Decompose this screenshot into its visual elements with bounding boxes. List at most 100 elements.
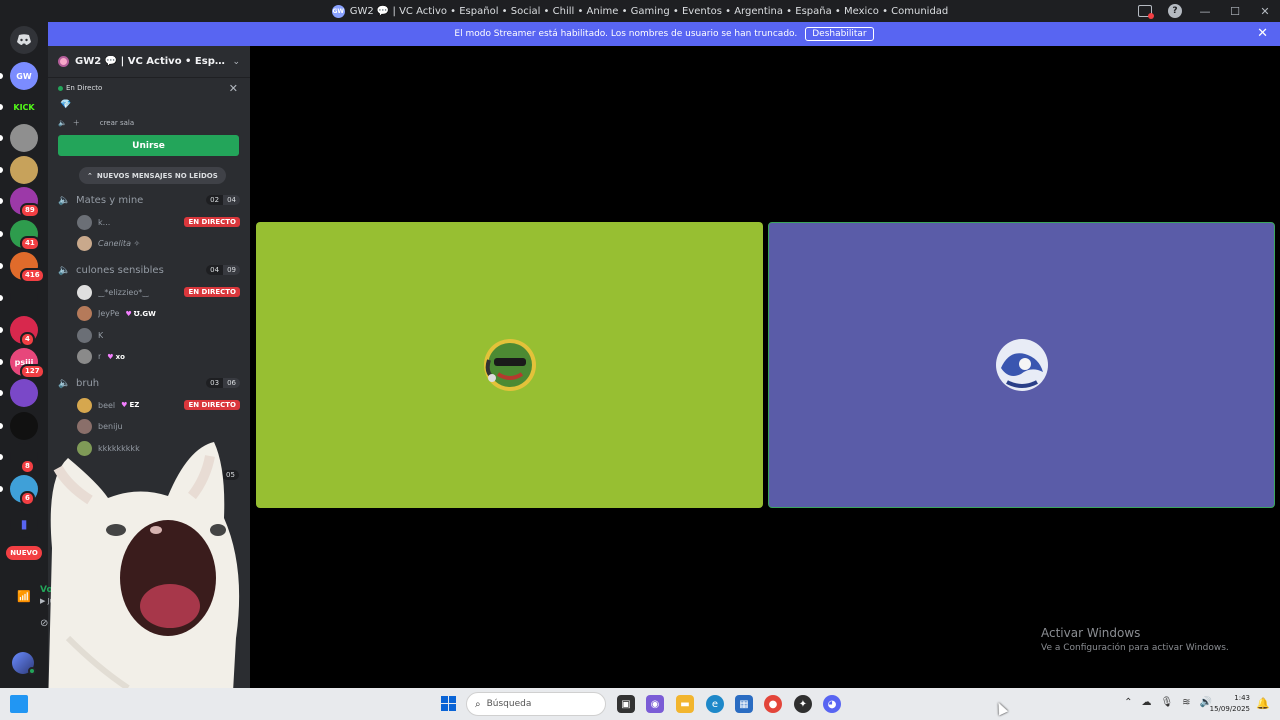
inbox-icon[interactable]	[1138, 5, 1154, 19]
search-icon: ⌕	[475, 698, 481, 710]
chevron-up-icon: ⌃	[87, 171, 93, 180]
speaker-icon: 🔈	[58, 264, 71, 276]
participant-tile-speaking[interactable]	[768, 222, 1275, 508]
app-icon[interactable]: ✦	[794, 695, 812, 713]
microphone-icon[interactable]: 🎙	[1160, 697, 1173, 708]
unread-pill	[0, 263, 3, 269]
discord-window: GW GW2 💬 | VC Activo • Español • Social …	[0, 0, 1280, 720]
discord-taskbar-icon[interactable]: ◕	[823, 695, 841, 713]
mention-badge: 416	[20, 268, 45, 283]
join-button[interactable]: Unirse	[58, 135, 239, 156]
live-indicator: En Directo	[58, 84, 102, 92]
cloud-icon[interactable]: ☁	[1141, 697, 1151, 708]
discord-home-icon[interactable]	[10, 26, 38, 54]
voice-member[interactable]: Canelita ✧	[77, 234, 240, 254]
voice-member[interactable]: ‿*elizzieo*‿ EN DIRECTO	[77, 282, 240, 302]
windows-taskbar: ⌕ Búsqueda ▣ ◉ ▬ e ▦ ● ✦ ◕ ⌃ ☁ 🎙 ≋ 🔊 1:4…	[0, 688, 1280, 720]
guild-header[interactable]: GW2 💬 | VC Activo • Español... ⌄	[48, 46, 250, 78]
server-icon[interactable]: GW	[10, 62, 38, 90]
member-name: Canelita ✧	[98, 239, 141, 248]
title-bar: GW GW2 💬 | VC Activo • Español • Social …	[0, 0, 1280, 22]
help-icon[interactable]: ?	[1168, 4, 1182, 18]
disable-streamer-button[interactable]: Deshabilitar	[805, 27, 874, 41]
close-banner-icon[interactable]: ✕	[1257, 26, 1268, 41]
mention-badge: 41	[20, 236, 40, 251]
member-tag: ♥ xo	[107, 353, 125, 361]
member-avatar	[77, 397, 92, 413]
edge-icon[interactable]: e	[706, 695, 724, 713]
live-badge: EN DIRECTO	[184, 400, 240, 410]
user-count: 03	[206, 378, 224, 388]
window-title: GW GW2 💬 | VC Activo • Español • Social …	[331, 4, 948, 18]
member-avatar	[77, 327, 92, 343]
unread-pill	[0, 295, 3, 301]
voice-channel[interactable]: 🔈 bruh 03 06	[58, 373, 240, 393]
close-window-button[interactable]: ✕	[1250, 0, 1280, 22]
unread-pill	[0, 167, 3, 173]
task-view-icon[interactable]: ▣	[617, 695, 635, 713]
unread-messages-pill[interactable]: ⌃ NUEVOS MENSAJES NO LEÍDOS	[79, 167, 226, 184]
chrome-icon[interactable]: ●	[764, 695, 782, 713]
create-room-row[interactable]: 🔈 ＋ crear sala	[58, 118, 134, 128]
guild-icon	[58, 56, 69, 67]
voice-channel-name: Mates y mine	[76, 194, 144, 206]
server-icon[interactable]	[10, 284, 38, 312]
speaker-icon: 🔈	[58, 119, 67, 127]
voice-stage: Activar Windows Ve a Configuración para …	[250, 46, 1280, 688]
server-icon[interactable]: KICK	[10, 93, 38, 121]
minimize-button[interactable]: —	[1190, 0, 1220, 22]
unread-pill	[0, 198, 3, 204]
participant-tile[interactable]	[256, 222, 763, 508]
plus-icon[interactable]: ＋	[73, 118, 80, 128]
member-avatar	[77, 214, 92, 230]
heart-icon: ♥	[125, 309, 132, 318]
server-icon[interactable]	[10, 156, 38, 184]
anime-avatar-icon	[995, 339, 1048, 391]
speaker-icon: 🔈	[58, 377, 71, 389]
member-name: k...	[98, 217, 111, 227]
taskbar-clock[interactable]: 1:43 15/09/2025	[1210, 693, 1250, 715]
notification-bell-icon[interactable]: 🔔	[1256, 697, 1270, 710]
start-button[interactable]	[441, 696, 456, 711]
server-icon[interactable]	[10, 379, 38, 407]
voice-channel[interactable]: 🔈 Mates y mine 02 04	[58, 190, 240, 210]
voice-member[interactable]: r ♥ xo	[77, 347, 240, 367]
user-limit: 06	[223, 378, 240, 388]
unread-pill	[0, 423, 3, 429]
voice-channel[interactable]: 🔈 culones sensibles 04 09	[58, 260, 240, 280]
voice-member[interactable]: k... EN DIRECTO	[77, 212, 240, 232]
voice-member[interactable]: JeyPe ♥ Ʊ.GW	[77, 304, 240, 324]
mention-badge: 127	[20, 364, 45, 379]
search-placeholder: Búsqueda	[486, 699, 532, 709]
member-name: beniju	[98, 422, 123, 431]
member-name: beel	[98, 400, 116, 410]
create-room-label: crear sala	[99, 119, 135, 127]
live-badge: EN DIRECTO	[184, 287, 240, 297]
unread-pill	[0, 73, 3, 79]
widgets-icon[interactable]	[10, 695, 28, 713]
server-icon[interactable]	[10, 412, 38, 440]
member-name: JeyPe	[98, 309, 120, 318]
chevron-up-icon[interactable]: ⌃	[1124, 697, 1132, 708]
member-tag: ♥ Ʊ.GW	[125, 310, 155, 318]
wifi-icon[interactable]: ≋	[1182, 697, 1190, 708]
voice-member[interactable]: beel ♥ EZ EN DIRECTO	[77, 395, 240, 415]
user-limit-counter: 02 04	[206, 195, 240, 205]
pepe-avatar-icon	[483, 339, 536, 391]
voice-member[interactable]: beniju	[77, 417, 240, 437]
server-icon[interactable]	[10, 124, 38, 152]
store-icon[interactable]: ▦	[735, 695, 753, 713]
member-tag-text: Ʊ.GW	[133, 309, 156, 318]
member-tag: ♥ EZ	[121, 401, 139, 409]
chevron-down-icon[interactable]: ⌄	[232, 57, 240, 67]
member-tag-text: xo	[115, 352, 125, 361]
unread-pill	[0, 327, 3, 333]
maximize-button[interactable]: ☐	[1220, 0, 1250, 22]
member-name: r	[98, 352, 102, 361]
file-explorer-icon[interactable]: ▬	[676, 695, 694, 713]
member-name: K	[98, 330, 104, 340]
copilot-icon[interactable]: ◉	[646, 695, 664, 713]
taskbar-search[interactable]: ⌕ Búsqueda	[466, 692, 606, 716]
voice-member[interactable]: K	[77, 325, 240, 345]
close-icon[interactable]: ✕	[229, 82, 238, 95]
